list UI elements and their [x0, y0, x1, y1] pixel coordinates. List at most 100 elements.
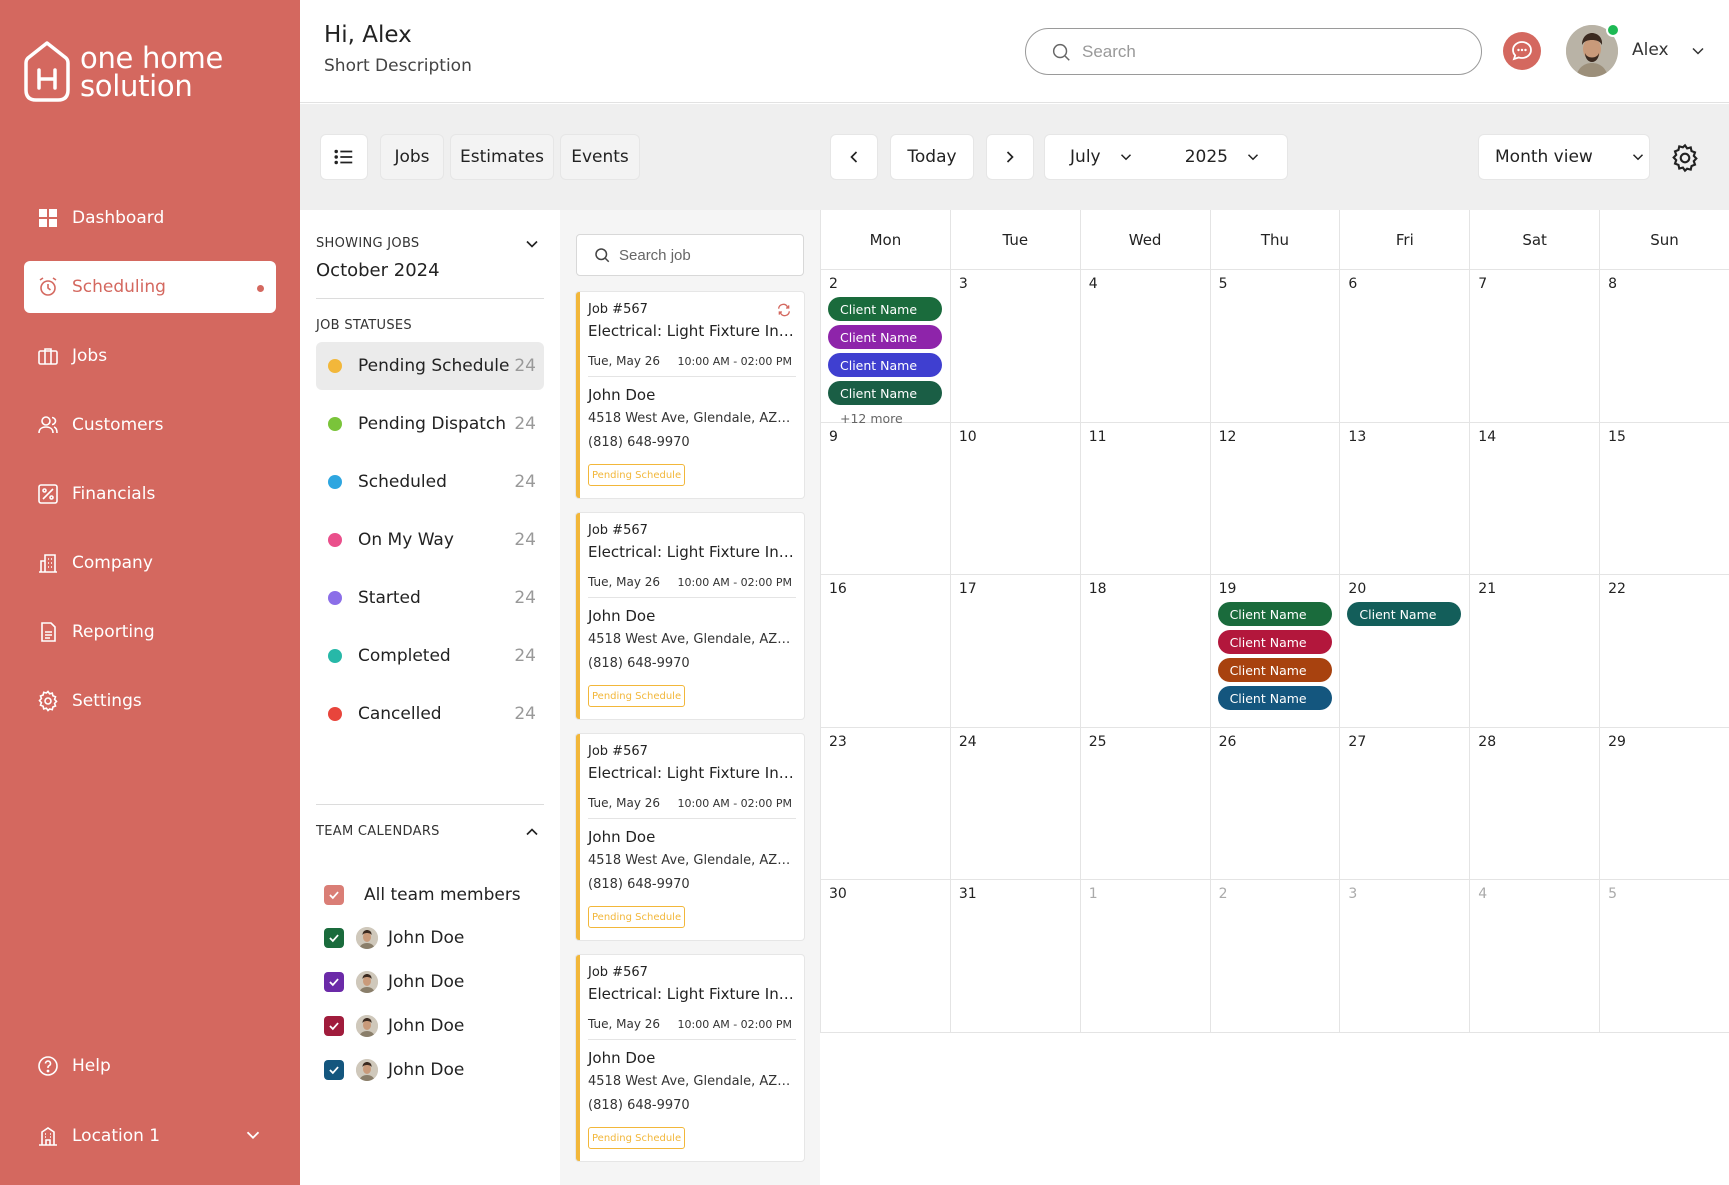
status-filter-started[interactable]: Started 24 [316, 574, 544, 622]
team-member-checkbox[interactable]: John Doe [324, 967, 464, 997]
calendar-day-cell[interactable]: 20 Client Name [1339, 575, 1470, 728]
calendar-day-cell[interactable]: 9 [820, 422, 950, 575]
calendar-day-cell[interactable]: 17 [949, 575, 1080, 728]
checkbox[interactable] [324, 928, 344, 948]
sidebar-item-jobs[interactable]: Jobs [24, 330, 276, 382]
calendar-day-cell[interactable]: 8 [1599, 270, 1729, 423]
job-search[interactable] [576, 234, 804, 276]
calendar-day-cell[interactable]: 6 [1339, 270, 1470, 423]
calendar-event-pill[interactable]: Client Name [828, 297, 942, 321]
calendar-day-cell[interactable]: 5 [1599, 880, 1729, 1033]
team-member-checkbox[interactable]: John Doe [324, 923, 464, 953]
today-button[interactable]: Today [890, 134, 974, 180]
calendar-day-cell[interactable]: 15 [1599, 422, 1729, 575]
calendar-day-cell[interactable]: 4 [1079, 270, 1210, 423]
chevron-down-icon[interactable] [522, 234, 542, 254]
global-search[interactable] [1025, 28, 1482, 75]
sidebar-item-reporting[interactable]: Reporting [24, 606, 276, 658]
location-selector[interactable]: Location 1 [24, 1110, 276, 1179]
sidebar-item-scheduling[interactable]: Scheduling [24, 261, 276, 313]
month-select[interactable]: July [1070, 147, 1135, 167]
status-filter-completed[interactable]: Completed 24 [316, 632, 544, 680]
calendar-day-cell[interactable]: 27 [1339, 727, 1470, 880]
calendar-day-cell[interactable]: 30 [820, 880, 950, 1033]
previous-month-button[interactable] [830, 134, 878, 180]
status-filter-cancelled[interactable]: Cancelled 24 [316, 690, 544, 738]
calendar-day-cell[interactable]: 2 Client Name Client Name Client Name Client… [820, 270, 950, 426]
tab-jobs[interactable]: Jobs [380, 134, 444, 180]
calendar-day-cell[interactable]: 7 [1469, 270, 1600, 423]
calendar-event-pill[interactable]: Client Name [828, 353, 942, 377]
calendar-day-cell[interactable]: 1 [1079, 880, 1210, 1033]
status-filter-on-my-way[interactable]: On My Way 24 [316, 516, 544, 564]
all-team-members-checkbox[interactable]: All team members [324, 880, 521, 910]
user-name[interactable]: Alex [1632, 40, 1669, 60]
calendar-day-cell[interactable]: 2 [1209, 880, 1340, 1033]
search-input[interactable] [1082, 41, 1462, 62]
calendar-day-cell[interactable]: 10 [949, 422, 1080, 575]
job-card[interactable]: Job #567 Electrical: Light Fixture Instal… [576, 292, 804, 498]
sidebar-item-help[interactable]: Help [24, 1040, 276, 1092]
user-avatar[interactable] [1566, 23, 1620, 77]
calendar-day-cell[interactable]: 31 [949, 880, 1080, 1033]
calendar-day-cell[interactable]: 3 [949, 270, 1080, 423]
status-filter-pending-dispatch[interactable]: Pending Dispatch 24 [316, 400, 544, 448]
job-card[interactable]: Job #567 Electrical: Light Fixture Instal… [576, 955, 804, 1161]
checkbox[interactable] [324, 885, 344, 905]
calendar-day-cell[interactable]: 11 [1079, 422, 1210, 575]
job-card[interactable]: Job #567 Electrical: Light Fixture Instal… [576, 513, 804, 719]
team-member-checkbox[interactable]: John Doe [324, 1011, 464, 1041]
calendar-day-cell[interactable]: 26 [1209, 727, 1340, 880]
job-card[interactable]: Job #567 Electrical: Light Fixture Instal… [576, 734, 804, 940]
tab-estimates[interactable]: Estimates [450, 134, 554, 180]
calendar-day-cell[interactable]: 24 [949, 727, 1080, 880]
calendar-day-cell[interactable]: 25 [1079, 727, 1210, 880]
view-mode-select[interactable]: Month view [1478, 134, 1650, 180]
sidebar-item-settings[interactable]: Settings [24, 675, 276, 727]
calendar-day-cell[interactable]: 28 [1469, 727, 1600, 880]
calendar-day-cell[interactable]: 22 [1599, 575, 1729, 728]
year-select[interactable]: 2025 [1185, 147, 1262, 167]
next-month-button[interactable] [986, 134, 1034, 180]
list-view-button[interactable] [320, 134, 368, 180]
calendar-day-cell[interactable]: 16 [820, 575, 950, 728]
calendar-event-pill[interactable]: Client Name [1217, 630, 1332, 654]
brand-logo[interactable]: one home solution [24, 40, 223, 104]
sidebar-item-customers[interactable]: Customers [24, 399, 276, 451]
checkbox[interactable] [324, 972, 344, 992]
calendar-settings-gear-icon[interactable] [1669, 142, 1701, 174]
checkbox[interactable] [324, 1016, 344, 1036]
chevron-up-icon[interactable] [522, 822, 542, 842]
tab-events[interactable]: Events [560, 134, 640, 180]
status-filter-pending-schedule[interactable]: Pending Schedule 24 [316, 342, 544, 390]
help-link[interactable]: Help [24, 1040, 276, 1109]
calendar-day-cell[interactable]: 3 [1339, 880, 1470, 1033]
sidebar-item-company[interactable]: Company [24, 537, 276, 589]
team-member-checkbox[interactable]: John Doe [324, 1055, 464, 1085]
sidebar-item-dashboard[interactable]: Dashboard [24, 192, 276, 244]
calendar-event-pill[interactable]: Client Name [828, 381, 942, 405]
calendar-day-cell[interactable]: 19 Client Name Client Name Client Name Clien… [1209, 575, 1340, 728]
calendar-event-pill[interactable]: Client Name [1217, 602, 1332, 626]
calendar-day-cell[interactable]: 29 [1599, 727, 1729, 880]
calendar-day-cell[interactable]: 23 [820, 727, 950, 880]
calendar-day-cell[interactable]: 5 [1209, 270, 1340, 423]
calendar-event-pill[interactable]: Client Name [1217, 686, 1332, 710]
job-search-input[interactable] [619, 246, 799, 264]
chat-button[interactable] [1503, 32, 1541, 70]
user-menu-chevron-icon[interactable] [1688, 41, 1708, 61]
calendar-day-cell[interactable]: 4 [1469, 880, 1600, 1033]
calendar-event-pill[interactable]: Client Name [1217, 658, 1332, 682]
sidebar-item-location[interactable]: Location 1 [24, 1110, 276, 1162]
checkbox[interactable] [324, 1060, 344, 1080]
calendar-day-cell[interactable]: 12 [1209, 422, 1340, 575]
showing-jobs-period[interactable]: October 2024 [316, 260, 440, 281]
calendar-event-pill[interactable]: Client Name [1347, 602, 1462, 626]
sidebar-item-financials[interactable]: Financials [24, 468, 276, 520]
calendar-event-pill[interactable]: Client Name [828, 325, 942, 349]
status-filter-scheduled[interactable]: Scheduled 24 [316, 458, 544, 506]
calendar-day-cell[interactable]: 14 [1469, 422, 1600, 575]
calendar-day-cell[interactable]: 21 [1469, 575, 1600, 728]
calendar-day-cell[interactable]: 18 [1079, 575, 1210, 728]
calendar-day-cell[interactable]: 13 [1339, 422, 1470, 575]
